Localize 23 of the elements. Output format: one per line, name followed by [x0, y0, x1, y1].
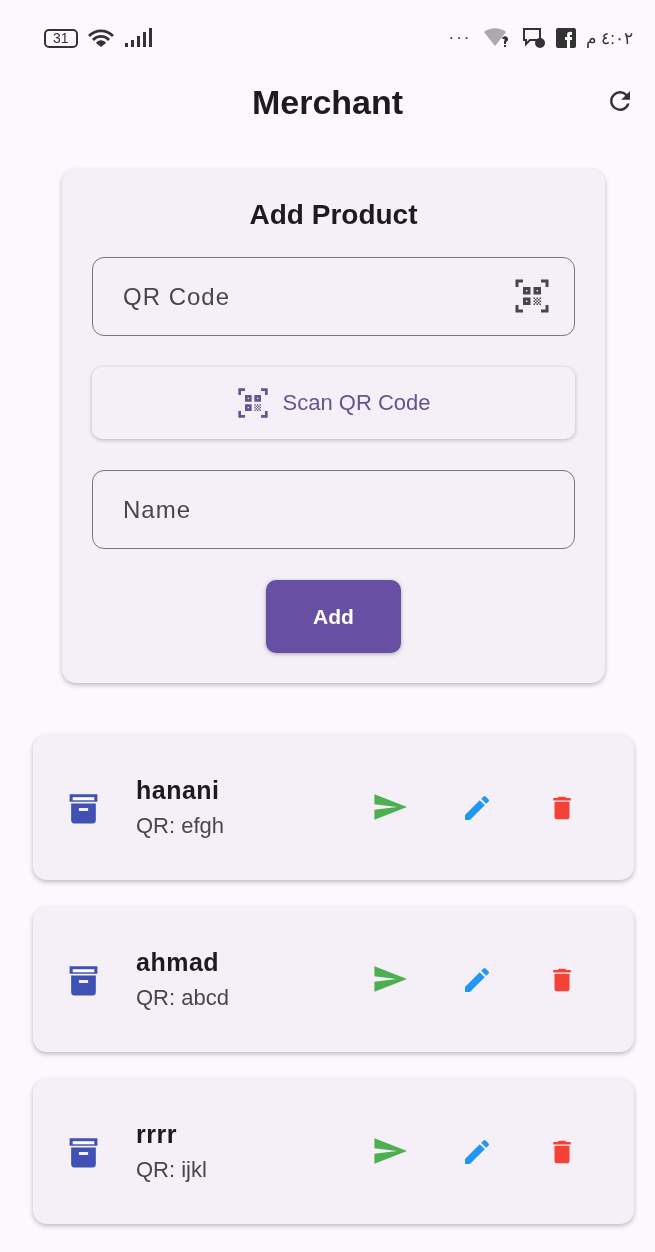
signal-icon — [123, 28, 154, 48]
more-icon: ··· — [448, 28, 472, 48]
add-button[interactable]: Add — [266, 580, 401, 653]
qr-code-icon[interactable] — [514, 278, 550, 314]
product-qr: QR: ijkl — [136, 1157, 208, 1183]
product-name: rrrr — [136, 1120, 178, 1149]
product-name: hanani — [136, 776, 221, 805]
name-field[interactable]: Name — [92, 470, 575, 549]
scan-qr-button[interactable]: Scan QR Code — [92, 367, 575, 439]
product-name: ahmad — [136, 948, 221, 977]
send-icon[interactable] — [373, 963, 407, 994]
app-notification-icon — [555, 28, 576, 48]
send-icon[interactable] — [373, 1135, 407, 1166]
chat-icon — [521, 27, 546, 49]
qr-code-icon — [236, 387, 269, 419]
app-title: Merchant — [251, 82, 404, 122]
product-qr: QR: abcd — [136, 985, 230, 1011]
send-icon[interactable] — [373, 791, 407, 822]
card-title: Add Product — [249, 199, 418, 231]
product-qr: QR: efgh — [136, 813, 226, 839]
battery-icon: 31 — [44, 28, 78, 48]
qr-code-field[interactable]: QR Code — [92, 257, 575, 336]
clock: ٤:٠٢ م — [585, 27, 633, 49]
